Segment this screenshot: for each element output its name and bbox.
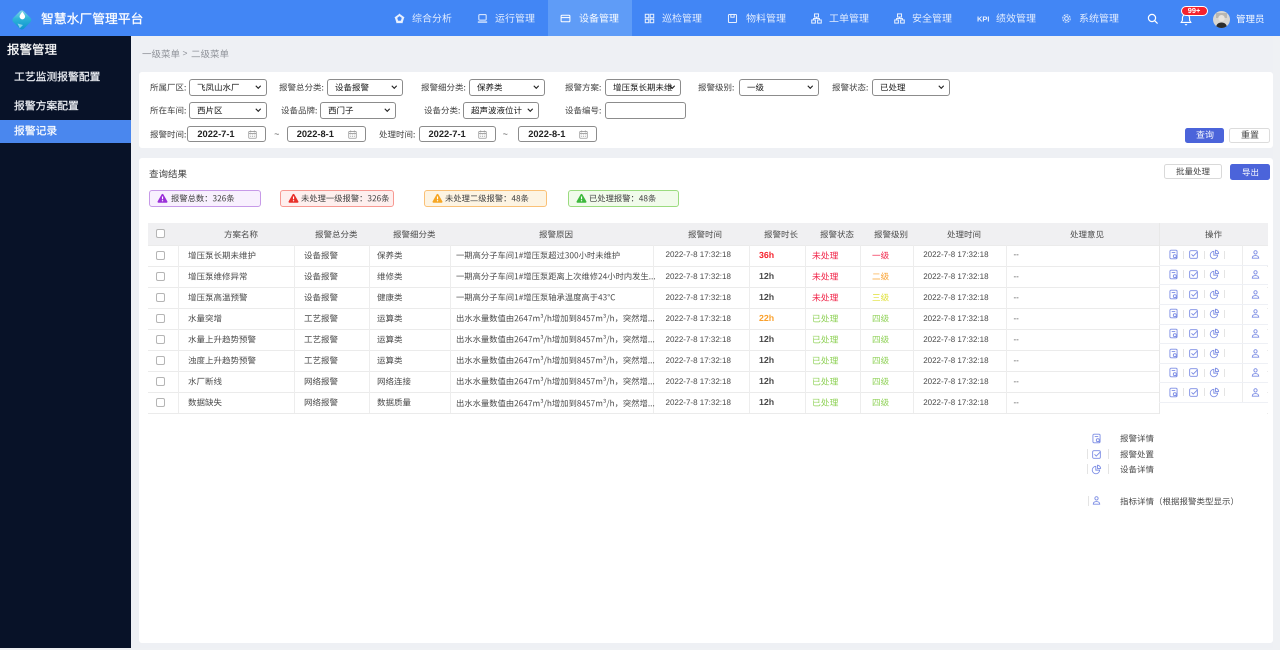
svg-text:KPI: KPI xyxy=(977,15,990,24)
